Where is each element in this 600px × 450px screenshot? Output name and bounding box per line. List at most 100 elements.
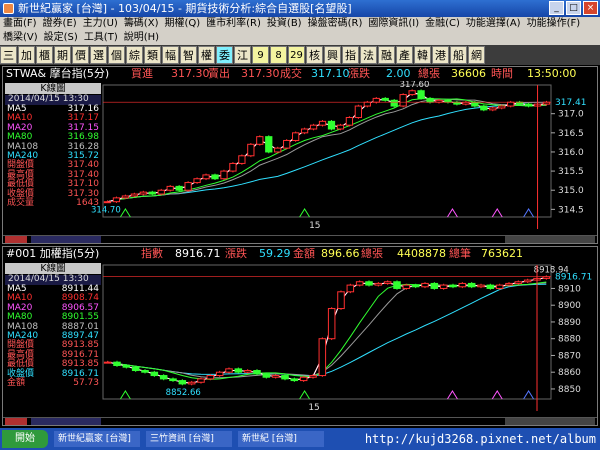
candle-body: [265, 136, 273, 153]
toolbar-button[interactable]: 29: [288, 46, 305, 64]
taskbar-item[interactable]: 新世紀 [台灣]: [238, 431, 324, 447]
candle-body: [238, 155, 246, 164]
menu-item[interactable]: 國際資訊(I): [365, 17, 422, 31]
maximize-button[interactable]: □: [566, 1, 581, 15]
ma80-line: [107, 281, 547, 380]
toolbar-button[interactable]: 委: [216, 46, 233, 64]
menu-item[interactable]: 操盤密碼(R): [305, 17, 366, 31]
menu-item[interactable]: 匯市利率(R): [203, 17, 264, 31]
candle-body: [283, 139, 291, 149]
chart-panel-stwa[interactable]: STWA& 摩台指(5分) 買進 317.30 賣出 317.30 成交 317…: [2, 66, 598, 244]
toolbar-button[interactable]: 幅: [162, 46, 179, 64]
y-tick-label: 314.5: [558, 205, 584, 215]
indicator-label: 金額: [7, 377, 26, 388]
candle-body: [383, 281, 392, 284]
candle-body: [243, 370, 252, 373]
toolbar-button[interactable]: 船: [450, 46, 467, 64]
candle-body: [299, 376, 308, 382]
toolbar-button[interactable]: 價: [72, 46, 89, 64]
idx-value: 8916.71: [175, 247, 221, 260]
toolbar-button[interactable]: 三: [0, 46, 17, 64]
indicator-label: 成交量: [7, 197, 35, 208]
menu-bar-secondary: 橋梁(V) 設定(S) 工具(T) 說明(H): [0, 31, 600, 45]
toolbar-button[interactable]: 江: [234, 46, 251, 64]
candle-body: [130, 193, 138, 197]
toolbar-button[interactable]: 核: [306, 46, 323, 64]
candle-body: [505, 282, 513, 286]
candle-body: [103, 201, 112, 204]
menu-item[interactable]: 橋梁(V): [0, 31, 41, 45]
toolbar-button[interactable]: 智: [180, 46, 197, 64]
candle-body: [372, 97, 380, 103]
candle-body: [393, 281, 401, 289]
toolbar-button[interactable]: 9: [252, 46, 269, 64]
candle-body: [346, 284, 355, 293]
toolbar-button[interactable]: 法: [360, 46, 377, 64]
buy-label: 買進: [131, 67, 153, 80]
candle-body: [166, 185, 174, 191]
menu-item[interactable]: 功能選擇(A): [463, 17, 524, 31]
signal-marker: [299, 208, 311, 218]
menu-item[interactable]: 主力(U): [80, 17, 121, 31]
toolbar-button[interactable]: 融: [378, 46, 395, 64]
toolbar-button[interactable]: 期: [54, 46, 71, 64]
toolbar-button[interactable]: 個: [108, 46, 125, 64]
signal-marker: [491, 208, 503, 218]
minimize-button[interactable]: _: [549, 1, 564, 15]
menu-item[interactable]: 金融(C): [422, 17, 463, 31]
toolbar-button[interactable]: 興: [324, 46, 341, 64]
close-button[interactable]: ×: [583, 1, 598, 15]
toolbar-button[interactable]: 綜: [126, 46, 143, 64]
time-label: 時間: [491, 67, 513, 80]
signal-marker: [523, 390, 535, 400]
high-label: 317.60: [400, 81, 430, 90]
menu-item[interactable]: 說明(H): [121, 31, 162, 45]
toolbar-button[interactable]: 港: [432, 46, 449, 64]
ma240-line: [107, 283, 547, 377]
start-button[interactable]: 開始: [2, 430, 48, 448]
y-tick-label: 8910: [558, 284, 581, 294]
amt-label: 金額: [293, 247, 315, 260]
menu-item[interactable]: 工具(T): [81, 31, 121, 45]
sell-value: 317.30: [241, 67, 280, 80]
toolbar-button[interactable]: 8: [270, 46, 287, 64]
toolbar-button[interactable]: 產: [396, 46, 413, 64]
signal-marker: [447, 390, 458, 400]
toolbar-button[interactable]: 櫃: [36, 46, 53, 64]
menu-item[interactable]: 畫面(F): [0, 17, 40, 31]
menu-item[interactable]: 期權(Q): [161, 17, 203, 31]
candle-body: [113, 361, 121, 367]
candle-body: [197, 378, 205, 383]
y-tick-label: 317.0: [558, 110, 584, 120]
y-tick-label: 315.0: [558, 186, 584, 196]
taskbar-item[interactable]: 三竹資訊 [台灣]: [146, 431, 232, 447]
toolbar-button[interactable]: 網: [468, 46, 485, 64]
menu-item[interactable]: 設定(S): [41, 31, 81, 45]
cnt-value: 763621: [481, 247, 523, 260]
candle-body: [103, 361, 112, 364]
menu-item[interactable]: 功能操作(F): [524, 17, 584, 31]
toolbar-button[interactable]: 韓: [414, 46, 431, 64]
kline-title: K線圖: [5, 83, 101, 94]
candle-body: [374, 282, 383, 286]
toolbar-button[interactable]: 選: [90, 46, 107, 64]
candle-body: [292, 132, 300, 141]
candle-body: [514, 281, 523, 284]
amt-value: 896.66: [321, 247, 360, 260]
chart-panel-taiex[interactable]: #001 加權指(5分) 指數 8916.71 漲跌 59.29 金額 896.…: [2, 246, 598, 426]
menu-item[interactable]: 籌碼(X): [121, 17, 162, 31]
taskbar-item[interactable]: 新世紀贏家 [台灣]: [54, 431, 140, 447]
candle-body: [489, 107, 497, 111]
menu-item[interactable]: 投資(B): [264, 17, 305, 31]
toolbar-button[interactable]: 類: [144, 46, 161, 64]
toolbar-button[interactable]: 指: [342, 46, 359, 64]
candle-body: [150, 371, 159, 377]
x-tick-label: 15: [308, 403, 319, 413]
deal-label: 成交: [280, 67, 302, 80]
menu-item[interactable]: 證券(E): [40, 17, 80, 31]
sell-label: 賣出: [208, 67, 230, 80]
sub-indicator-bar-1: [3, 235, 597, 243]
toolbar-button[interactable]: 加: [18, 46, 35, 64]
toolbar-button[interactable]: 權: [198, 46, 215, 64]
candle-body: [141, 370, 149, 373]
